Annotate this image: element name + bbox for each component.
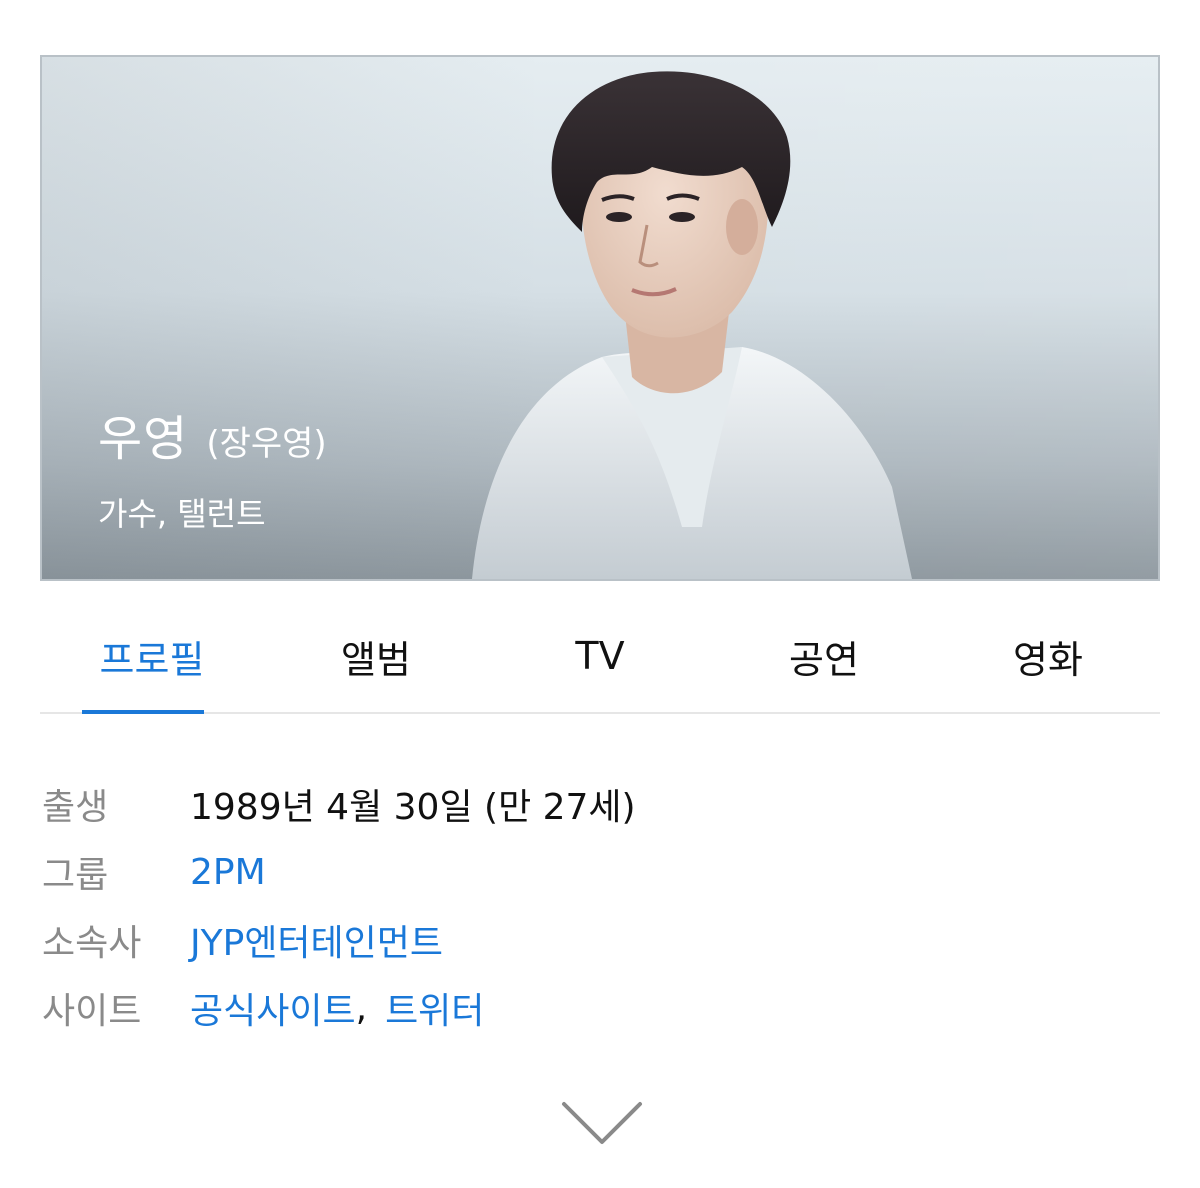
agency-link[interactable]: JYP엔터테인먼트 — [190, 914, 443, 966]
artist-name: 우영 — [98, 411, 189, 467]
site-separator: , — [355, 987, 368, 1029]
artist-roles: 가수, 탤런트 — [98, 495, 266, 533]
artist-hero-banner: 우영 (장우영) 가수, 탤런트 — [40, 55, 1160, 581]
agency-label: 소속사 — [42, 923, 142, 964]
group-link[interactable]: 2PM — [190, 852, 266, 893]
info-row-birth: 출생 1989년 4월 30일 (만 27세) — [42, 770, 1142, 838]
birth-value: 1989년 4월 30일 (만 27세) — [190, 787, 636, 828]
artist-profile-page: 우영 (장우영) 가수, 탤런트 프로필 앨범 TV 공연 영화 출생 1989… — [0, 0, 1200, 1188]
profile-tab-bar: 프로필 앨범 TV 공연 영화 — [40, 600, 1160, 714]
twitter-link[interactable]: 트위터 — [385, 982, 484, 1034]
artist-name-row: 우영 (장우영) — [98, 399, 327, 469]
artist-real-name: (장우영) — [206, 424, 327, 464]
tab-concert[interactable]: 공연 — [712, 600, 936, 712]
group-label: 그룹 — [42, 855, 109, 896]
tab-album[interactable]: 앨범 — [264, 600, 488, 712]
info-row-group: 그룹 2PM — [42, 838, 1142, 906]
info-row-agency: 소속사 JYP엔터테인먼트 — [42, 906, 1142, 974]
official-site-link[interactable]: 공식사이트 — [190, 982, 356, 1034]
tab-tv[interactable]: TV — [488, 600, 712, 712]
chevron-down-icon[interactable] — [560, 1100, 644, 1148]
info-row-site: 사이트 공식사이트 , 트위터 — [42, 974, 1142, 1042]
birth-label: 출생 — [42, 787, 109, 828]
profile-info-list: 출생 1989년 4월 30일 (만 27세) 그룹 2PM 소속사 JYP엔터… — [42, 770, 1142, 1042]
site-label: 사이트 — [42, 991, 142, 1032]
tab-movie[interactable]: 영화 — [936, 600, 1160, 712]
tab-profile[interactable]: 프로필 — [40, 600, 264, 714]
